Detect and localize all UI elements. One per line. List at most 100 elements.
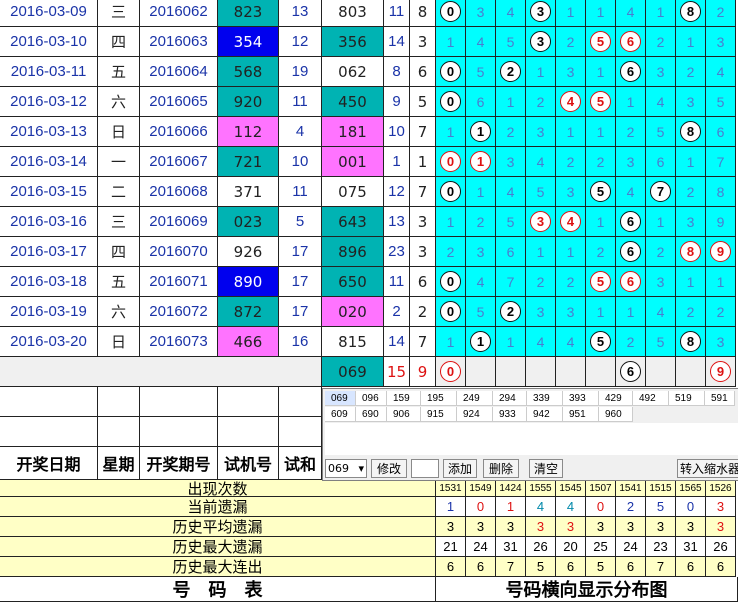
distribution-cell: 4 [496,0,526,27]
draw-number-cell: 181 [322,117,384,147]
candidate-number[interactable]: 096 [356,391,387,406]
candidate-number[interactable]: 951 [563,407,599,422]
omission-value: 2 [566,273,575,290]
candidate-number[interactable]: 942 [527,407,563,422]
omission-value: 4 [716,63,725,80]
distribution-cell: 3 [526,0,556,27]
distribution-cell: 2 [556,27,586,57]
clear-button[interactable]: 清空 [529,459,563,478]
candidate-number[interactable]: 591 [705,391,735,406]
omission-value: 4 [536,333,545,350]
draw-digit-ball: 8 [680,121,701,142]
span-cell: 3 [410,27,436,57]
candidate-number[interactable]: 249 [457,391,493,406]
omission-value: 2 [596,153,605,170]
blank-cell [140,417,218,447]
candidate-number[interactable]: 960 [599,407,633,422]
span-cell: 7 [410,117,436,147]
omission-value: 3 [506,153,515,170]
distribution-cell: 2 [616,327,646,357]
stat-value: 1541 [616,480,646,497]
candidate-number[interactable]: 906 [387,407,421,422]
distribution-cell: 2 [556,267,586,297]
stat-value: 31 [676,537,706,557]
candidate-list-area[interactable] [325,423,738,455]
candidate-number[interactable]: 924 [457,407,493,422]
candidate-number[interactable]: 609 [325,407,356,422]
blank-cell [98,417,140,447]
period-cell: 2016070 [140,237,218,267]
distribution-cell: 3 [526,117,556,147]
lottery-table-app: 2016-03-09 三 2016062 823 13 803 11 8 0 3 4 3 1 1 4 1 8 2 2… [0,0,738,602]
filter-number-panel[interactable]: 069 096 159 195 249 294 339 393 429 492 519 591 609 6… [322,388,738,481]
test-sum-cell: 12 [279,27,322,57]
stat-value: 3 [436,517,466,537]
draw-digit-ball: 2 [500,61,521,82]
candidate-number[interactable]: 294 [493,391,527,406]
distribution-cell: 4 [616,0,646,27]
add-button[interactable]: 添加 [443,459,477,478]
blank-cell [140,387,218,417]
candidate-number[interactable]: 915 [421,407,457,422]
candidate-number[interactable]: 159 [387,391,421,406]
stat-value: 7 [646,557,676,577]
omission-value: 1 [596,303,605,320]
omission-value: 3 [656,273,665,290]
distribution-cell: 9 [706,207,736,237]
test-number-cell: 721 [218,147,279,177]
distribution-cell: 3 [466,237,496,267]
omission-value: 1 [506,93,515,110]
distribution-cell: 2 [706,297,736,327]
date-cell: 2016-03-11 [0,57,98,87]
sum-cell: 12 [384,177,410,207]
prediction-cell [676,357,706,387]
stat-value: 6 [706,557,736,577]
omission-value: 5 [716,93,725,110]
omission-value: 3 [686,213,695,230]
candidate-number[interactable]: 429 [599,391,633,406]
blank-cell [98,387,140,417]
omission-value: 4 [506,3,515,20]
test-number-cell: 354 [218,27,279,57]
draw-number-cell: 001 [322,147,384,177]
candidate-number[interactable]: 393 [563,391,599,406]
distribution-cell: 2 [466,207,496,237]
candidate-number[interactable]: 195 [421,391,457,406]
candidate-number[interactable]: 492 [633,391,669,406]
candidate-number[interactable]: 933 [493,407,527,422]
omission-value: 3 [566,63,575,80]
delete-button[interactable]: 删除 [483,459,519,478]
stat-value: 1545 [556,480,586,497]
number-input[interactable] [411,459,439,478]
test-sum-cell: 10 [279,147,322,177]
omission-value: 2 [656,33,665,50]
omission-value: 1 [506,333,515,350]
draw-number-cell: 896 [322,237,384,267]
draw-digit-ball: 0 [440,151,461,172]
number-select[interactable]: 069 ▾ [325,459,367,478]
stat-value: 4 [526,497,556,517]
test-number-cell: 112 [218,117,279,147]
blank-cell [279,387,322,417]
omission-value: 2 [686,63,695,80]
distribution-cell: 2 [526,87,556,117]
sum-cell: 23 [384,237,410,267]
distribution-cell: 3 [676,87,706,117]
candidate-number[interactable]: 690 [356,407,387,422]
shrink-transfer-button[interactable]: 转入缩水器 [677,459,738,478]
period-cell: 2016062 [140,0,218,27]
omission-value: 1 [626,303,635,320]
candidate-number[interactable]: 519 [669,391,705,406]
distribution-cell: 1 [586,207,616,237]
chevron-down-icon[interactable]: ▾ [358,462,364,475]
period-cell: 2016069 [140,207,218,237]
omission-value: 5 [506,213,515,230]
modify-button[interactable]: 修改 [371,459,407,478]
candidate-number[interactable]: 069 [325,391,356,406]
omission-value: 2 [446,243,455,260]
omission-value: 6 [716,123,725,140]
test-number-cell: 568 [218,57,279,87]
omission-value: 1 [446,213,455,230]
candidate-number[interactable]: 339 [527,391,563,406]
weekday-cell: 五 [98,267,140,297]
